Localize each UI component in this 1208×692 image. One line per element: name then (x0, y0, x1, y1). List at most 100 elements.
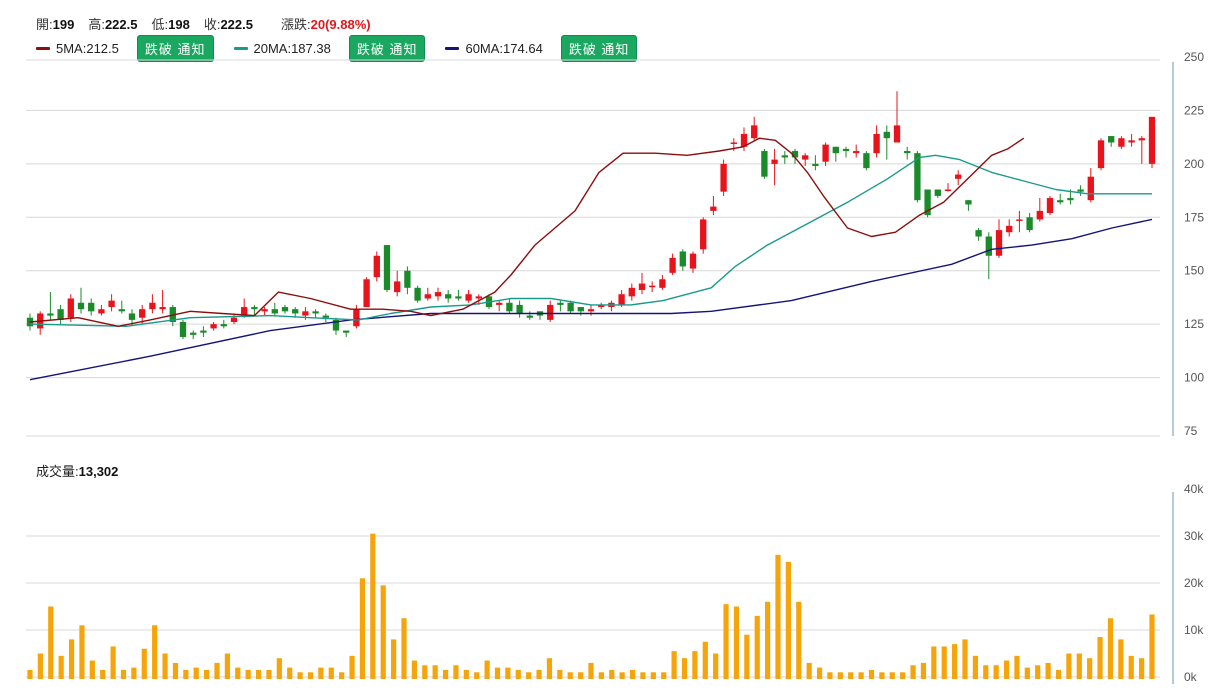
volume-bar (235, 667, 241, 679)
candle-body (883, 131, 890, 139)
candle-body (139, 309, 146, 318)
candle-body (118, 309, 125, 312)
candle-body (77, 302, 85, 310)
candle-body (975, 230, 982, 237)
candle-body (812, 163, 819, 166)
volume-bar (401, 618, 407, 679)
volume-bar (515, 669, 521, 679)
candle-body (128, 313, 136, 320)
volume-bar (567, 672, 573, 679)
ma60-line (29, 218, 1153, 381)
candle-body (108, 300, 115, 308)
price-tick-label: 225 (1184, 103, 1204, 117)
volume-bar (1128, 655, 1134, 679)
candle-body (1097, 140, 1105, 169)
volume-bar (702, 641, 708, 679)
volume-bar (868, 669, 875, 679)
volume-bar (754, 615, 760, 679)
volume-bar (411, 660, 417, 679)
candle-body (1087, 176, 1094, 201)
price-tick-label: 125 (1184, 317, 1204, 331)
volume-bar (1139, 658, 1145, 679)
candle-body (47, 313, 54, 316)
candle-body (220, 324, 227, 327)
candle-body (210, 324, 217, 329)
volume-bar (110, 646, 116, 679)
volume-bar (952, 644, 958, 679)
volume-bar (100, 669, 106, 679)
candle-body (230, 317, 238, 323)
volume-bar (816, 667, 823, 679)
volume-bar (609, 669, 615, 679)
candle-body (506, 302, 513, 312)
volume-bar (463, 669, 469, 679)
candle-body (281, 307, 289, 312)
candle-body (567, 302, 574, 312)
volume-bar (494, 667, 501, 679)
candle-body (445, 294, 452, 299)
volume-bar (713, 653, 719, 679)
volume-bar (588, 662, 594, 679)
volume-bar (183, 669, 189, 679)
candle-body (404, 270, 411, 288)
candle-body (1057, 200, 1064, 203)
candle-body (414, 287, 421, 301)
candle-body (67, 298, 74, 318)
volume-bar (68, 639, 75, 679)
volume-bar (578, 672, 584, 679)
candle-body (1077, 189, 1084, 192)
volume-bar (661, 672, 667, 679)
volume-tick-label: 20k (1184, 576, 1204, 590)
volume-bar (255, 669, 262, 679)
volume-bar (318, 667, 324, 679)
volume-bar (972, 655, 978, 679)
volume-bar (349, 655, 355, 679)
price-tick-label: 75 (1184, 424, 1198, 438)
volume-bar (120, 669, 127, 679)
volume-bar (681, 658, 688, 679)
volume-bar (858, 672, 864, 679)
candle-body (1006, 225, 1013, 233)
candle-body (822, 144, 829, 162)
volume-bar (1149, 614, 1155, 679)
candle-body (934, 189, 941, 196)
candle-body (771, 159, 778, 164)
candle-body (873, 133, 880, 154)
volume-bar (1118, 639, 1124, 679)
candle-body (353, 309, 360, 327)
volume-bar (370, 533, 376, 679)
volume-tick-label: 0k (1184, 670, 1198, 684)
candle-body (720, 163, 727, 192)
candle-body (557, 302, 564, 305)
volume-bar (546, 658, 553, 679)
price-tick-label: 250 (1184, 50, 1204, 64)
candle-body (434, 292, 442, 297)
candle-body (985, 236, 992, 256)
candle-body (1118, 138, 1125, 147)
candle-body (649, 285, 656, 288)
candle-body (516, 304, 523, 314)
volume-bar (536, 669, 542, 679)
candle-body (1036, 210, 1043, 220)
candle-body (893, 125, 901, 143)
volume-bar (598, 672, 604, 679)
candle-body (995, 230, 1003, 256)
candle-body (88, 302, 95, 312)
volume-bar (1097, 637, 1103, 679)
candle-body (98, 309, 105, 314)
candle-body (496, 302, 503, 305)
candle-body (1067, 198, 1074, 201)
candle-body (781, 155, 788, 158)
volume-bar (214, 662, 220, 679)
volume-bar (1045, 662, 1051, 679)
candle-body (628, 287, 635, 297)
candle-body (292, 309, 299, 314)
candle-body (424, 294, 431, 299)
price-tick-label: 200 (1184, 157, 1204, 171)
volume-bar (806, 662, 812, 679)
candle-body (465, 294, 472, 301)
volume-bar (1024, 667, 1030, 679)
volume-bar (79, 625, 85, 679)
candle-body (679, 251, 686, 267)
volume-tick-label: 40k (1184, 482, 1204, 496)
